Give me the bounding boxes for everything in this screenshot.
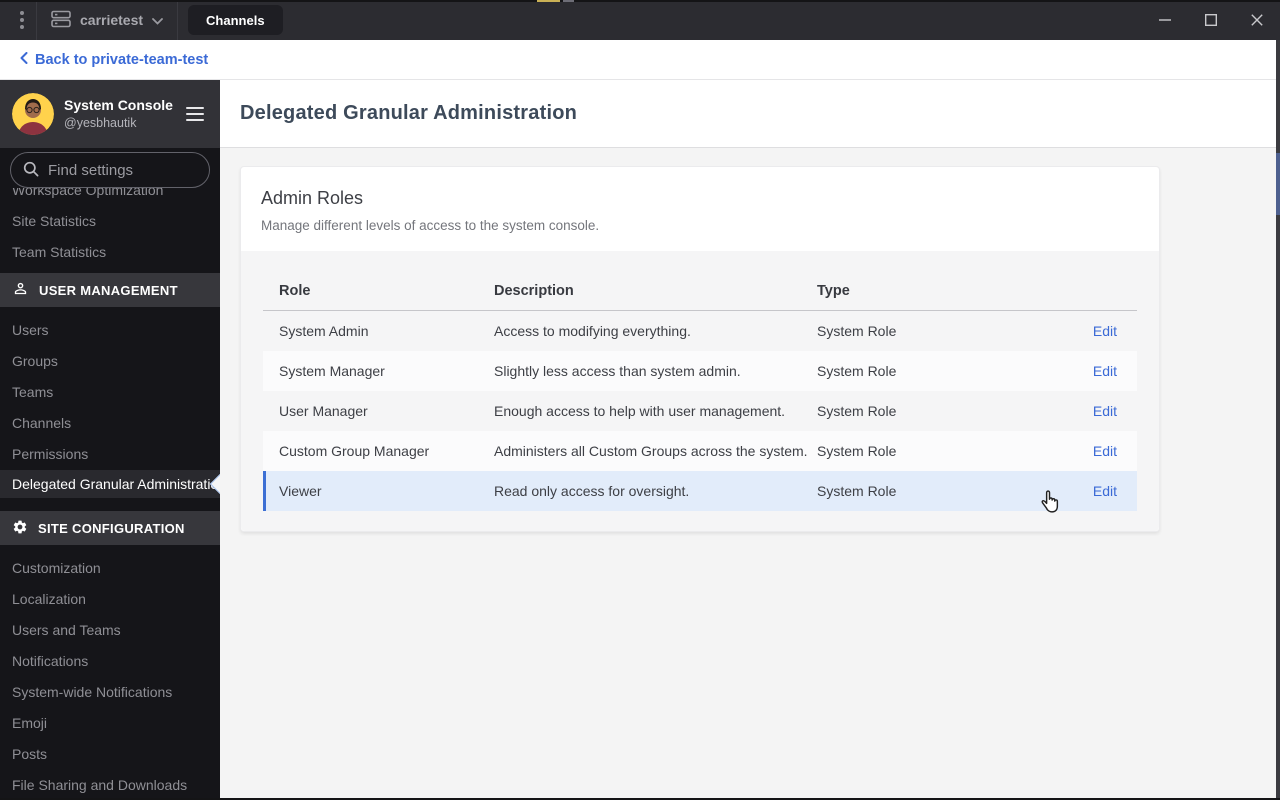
type-cell: System Role [817,483,897,499]
type-cell: System Role [817,323,897,339]
selected-item-label: Delegated Granular Administration [12,476,220,492]
sidebar-item-delegated-granular-administration[interactable]: Delegated Granular Administration [0,470,220,498]
hamburger-menu-icon[interactable] [182,103,208,125]
back-link-label: Back to private-team-test [35,51,209,68]
sidebar-item-notifications[interactable]: Notifications [0,646,220,677]
page-title: Delegated Granular Administration [240,102,578,124]
column-header-description: Description [494,282,574,299]
app-menu-kebab-icon[interactable] [8,11,36,29]
table-row-highlighted[interactable]: Viewer Read only access for oversight. S… [263,471,1137,511]
sidebar-item-localization[interactable]: Localization [0,584,220,615]
sidebar-item-posts[interactable]: Posts [0,739,220,770]
table-row: System Admin Access to modifying everyth… [263,311,1137,351]
tab-channels[interactable]: Channels [188,5,283,35]
main-header: Delegated Granular Administration [220,80,1280,148]
maximize-button[interactable] [1188,0,1234,40]
sidebar-header-text: System Console @yesbhautik [64,96,173,132]
user-management-items: Users Groups Teams Channels Permissions … [0,307,220,506]
edit-link[interactable]: Edit [1093,323,1117,339]
edit-link[interactable]: Edit [1093,403,1117,419]
sidebar-items: Workspace Optimization Site Statistics T… [0,188,220,800]
role-cell: System Admin [279,323,369,339]
sidebar-item-permissions[interactable]: Permissions [0,439,220,470]
gear-icon [12,519,28,538]
server-selector[interactable]: carrietest [37,0,177,40]
table-row: System Manager Slightly less access than… [263,351,1137,391]
edit-link[interactable]: Edit [1093,363,1117,379]
role-cell: Viewer [279,483,322,499]
vertical-scrollbar[interactable] [1276,40,1280,800]
server-icon [51,10,71,31]
top-strip-accent [537,0,560,2]
role-cell: Custom Group Manager [279,443,430,459]
sidebar-item-emoji[interactable]: Emoji [0,708,220,739]
sidebar-item-file-sharing-and-downloads[interactable]: File Sharing and Downloads [0,770,220,800]
console-sidebar: System Console @yesbhautik Workspace Opt… [0,80,220,800]
scrollbar-thumb[interactable] [1276,153,1280,215]
close-button[interactable] [1234,0,1280,40]
type-cell: System Role [817,363,897,379]
role-cell: System Manager [279,363,385,379]
user-icon [12,280,29,300]
description-cell: Administers all Custom Groups across the… [494,443,808,459]
sidebar-item-team-statistics[interactable]: Team Statistics [0,237,220,268]
edit-link[interactable]: Edit [1093,483,1117,499]
sidebar-item-users-and-teams[interactable]: Users and Teams [0,615,220,646]
back-bar: Back to private-team-test [0,40,1280,80]
sidebar-item-users[interactable]: Users [0,315,220,346]
edit-link[interactable]: Edit [1093,443,1117,459]
admin-roles-table: Role Description Type System Admin Acces… [241,251,1159,531]
sidebar-header: System Console @yesbhautik [0,80,220,148]
description-cell: Access to modifying everything. [494,323,691,339]
window-controls [1142,0,1280,40]
window-titlebar: carrietest Channels [0,0,1280,40]
main-content: Admin Roles Manage different levels of a… [220,148,1280,800]
type-cell: System Role [817,443,897,459]
card-description: Manage different levels of access to the… [261,218,600,233]
top-edge-strip [0,0,1280,2]
sidebar-item-system-wide-notifications[interactable]: System-wide Notifications [0,677,220,708]
column-header-type: Type [817,282,850,299]
sidebar-item-teams[interactable]: Teams [0,377,220,408]
type-cell: System Role [817,403,897,419]
search-icon [23,161,39,180]
console-username: @yesbhautik [64,116,137,130]
section-header-site-configuration[interactable]: SITE CONFIGURATION [0,511,220,545]
sidebar-item-site-statistics[interactable]: Site Statistics [0,206,220,237]
card-title: Admin Roles [261,188,364,208]
role-cell: User Manager [279,403,368,419]
table-row: User Manager Enough access to help with … [263,391,1137,431]
avatar[interactable] [12,93,54,135]
sidebar-search-wrap [0,148,220,188]
section-label: SITE CONFIGURATION [38,520,185,536]
minimize-button[interactable] [1142,0,1188,40]
top-strip-accent [563,0,574,2]
sidebar-item-workspace-optimization[interactable]: Workspace Optimization [0,188,220,206]
find-settings-searchbox[interactable] [10,152,220,188]
column-header-role: Role [279,282,311,299]
chevron-down-icon [152,12,163,28]
back-to-team-link[interactable]: Back to private-team-test [20,51,209,68]
description-cell: Enough access to help with user manageme… [494,403,786,419]
section-header-user-management[interactable]: USER MANAGEMENT [0,273,220,307]
section-label: USER MANAGEMENT [39,282,178,298]
chevron-left-icon [20,51,28,68]
sidebar-item-channels[interactable]: Channels [0,408,220,439]
table-row: Custom Group Manager Administers all Cus… [263,431,1137,471]
console-title: System Console [64,97,173,114]
description-cell: Slightly less access than system admin. [494,363,741,379]
table-header-row: Role Description Type [263,271,1137,311]
server-name: carrietest [80,12,144,28]
card-header: Admin Roles Manage different levels of a… [241,167,1159,251]
sidebar-item-groups[interactable]: Groups [0,346,220,377]
search-input[interactable] [48,161,220,179]
sidebar-item-customization[interactable]: Customization [0,553,220,584]
titlebar-divider [177,0,179,40]
site-configuration-items: Customization Localization Users and Tea… [0,545,220,800]
description-cell: Read only access for oversight. [494,483,690,499]
admin-roles-card: Admin Roles Manage different levels of a… [240,166,1160,532]
